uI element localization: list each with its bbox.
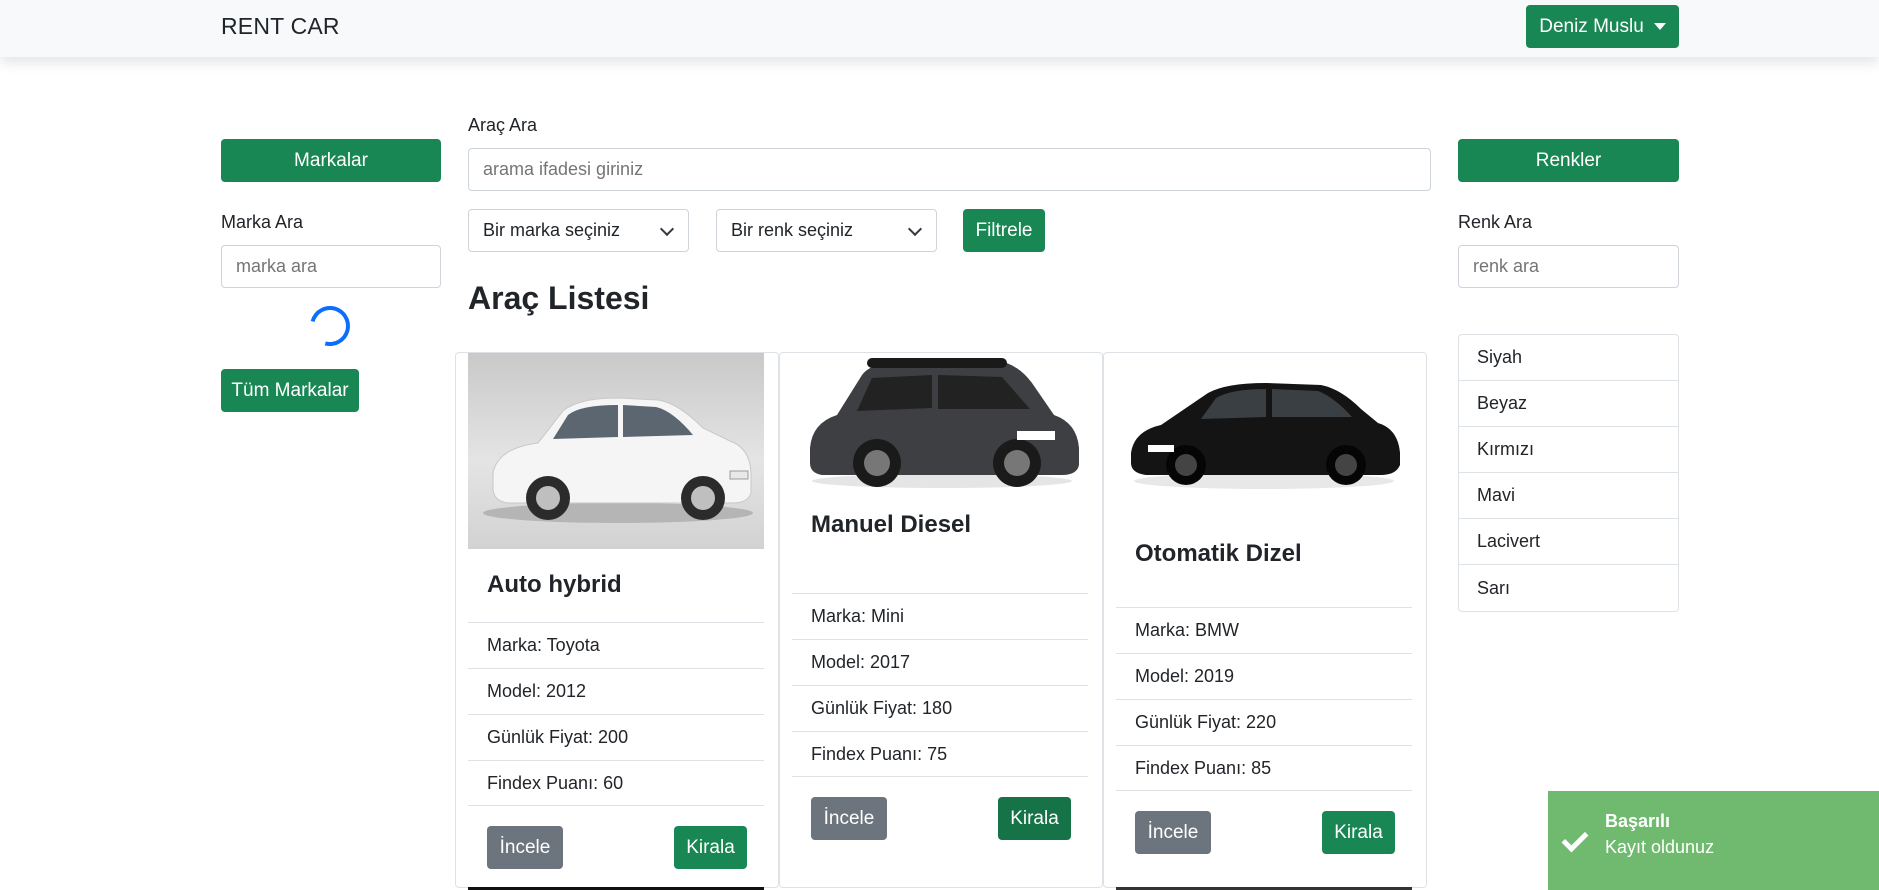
car-findex: Findex Puanı: 85 bbox=[1116, 745, 1412, 791]
inspect-button[interactable]: İncele bbox=[1135, 811, 1211, 854]
color-item-mavi[interactable]: Mavi bbox=[1459, 473, 1678, 519]
brand-search-label: Marka Ara bbox=[221, 212, 304, 232]
color-item-lacivert[interactable]: Lacivert bbox=[1459, 519, 1678, 565]
dark-mini-image bbox=[792, 353, 1088, 493]
page-title: Araç Listesi bbox=[468, 280, 650, 316]
color-list: Siyah Beyaz Kırmızı Mavi Lacivert Sarı bbox=[1458, 334, 1679, 612]
car-search-label: Araç Ara bbox=[468, 115, 538, 135]
inspect-button[interactable]: İncele bbox=[811, 797, 887, 840]
car-card: Manuel Diesel Marka: Mini Model: 2017 Gü… bbox=[779, 352, 1103, 888]
car-model: Model: 2012 bbox=[468, 668, 764, 714]
car-findex: Findex Puanı: 75 bbox=[792, 731, 1088, 777]
inspect-button[interactable]: İncele bbox=[487, 826, 563, 869]
caret-down-icon bbox=[1653, 23, 1666, 30]
car-search-input[interactable] bbox=[468, 148, 1431, 191]
toast-title: Başarılı bbox=[1605, 811, 1671, 831]
navbar: RENT CAR Deniz Muslu bbox=[0, 0, 1879, 57]
car-price: Günlük Fiyat: 180 bbox=[792, 685, 1088, 731]
car-details: Marka: Mini Model: 2017 Günlük Fiyat: 18… bbox=[792, 593, 1088, 777]
car-brand: Marka: BMW bbox=[1116, 607, 1412, 653]
brands-button[interactable]: Markalar bbox=[221, 139, 441, 182]
car-card: Otomatik Dizel Marka: BMW Model: 2019 Gü… bbox=[1103, 352, 1427, 888]
rent-button[interactable]: Kirala bbox=[674, 826, 747, 869]
brand-select-value: Bir marka seçiniz bbox=[483, 220, 621, 240]
success-toast[interactable]: Başarılı Kayıt oldunuz bbox=[1548, 791, 1879, 890]
color-search-label: Renk Ara bbox=[1458, 212, 1533, 232]
car-title: Manuel Diesel bbox=[811, 511, 972, 538]
car-price: Günlük Fiyat: 220 bbox=[1116, 699, 1412, 745]
car-brand: Marka: Toyota bbox=[468, 622, 764, 668]
car-title: Auto hybrid bbox=[487, 571, 622, 598]
car-title: Otomatik Dizel bbox=[1135, 540, 1302, 567]
car-findex: Findex Puanı: 60 bbox=[468, 760, 764, 806]
color-select-value: Bir renk seçiniz bbox=[731, 220, 854, 240]
color-item-kirmizi[interactable]: Kırmızı bbox=[1459, 427, 1678, 473]
color-item-siyah[interactable]: Siyah bbox=[1459, 335, 1678, 381]
car-model: Model: 2019 bbox=[1116, 653, 1412, 699]
car-details: Marka: Toyota Model: 2012 Günlük Fiyat: … bbox=[468, 622, 764, 806]
color-item-beyaz[interactable]: Beyaz bbox=[1459, 381, 1678, 427]
chevron-down-icon bbox=[659, 221, 675, 237]
rent-button[interactable]: Kirala bbox=[998, 797, 1071, 840]
car-details: Marka: BMW Model: 2019 Günlük Fiyat: 220… bbox=[1116, 607, 1412, 791]
loading-spinner bbox=[302, 298, 358, 354]
user-menu-button[interactable]: Deniz Muslu bbox=[1526, 5, 1679, 48]
chevron-down-icon bbox=[907, 221, 923, 237]
all-brands-button[interactable]: Tüm Markalar bbox=[221, 369, 359, 412]
car-brand: Marka: Mini bbox=[792, 593, 1088, 639]
brand-search-input[interactable] bbox=[221, 245, 441, 288]
checkmark-icon bbox=[1561, 825, 1589, 853]
toast-message: Kayıt oldunuz bbox=[1605, 837, 1715, 857]
car-price: Günlük Fiyat: 200 bbox=[468, 714, 764, 760]
brand-logo[interactable]: RENT CAR bbox=[221, 13, 340, 40]
car-model: Model: 2017 bbox=[792, 639, 1088, 685]
white-sedan-image bbox=[468, 353, 764, 549]
color-select[interactable]: Bir renk seçiniz bbox=[716, 209, 937, 252]
color-item-sari[interactable]: Sarı bbox=[1459, 565, 1678, 611]
car-card: Auto hybrid Marka: Toyota Model: 2012 Gü… bbox=[455, 352, 779, 888]
filter-button[interactable]: Filtrele bbox=[963, 209, 1045, 252]
colors-button[interactable]: Renkler bbox=[1458, 139, 1679, 182]
color-search-input[interactable] bbox=[1458, 245, 1679, 288]
black-bmw-image bbox=[1116, 353, 1412, 521]
rent-button[interactable]: Kirala bbox=[1322, 811, 1395, 854]
user-menu-label: Deniz Muslu bbox=[1539, 15, 1644, 37]
brand-select[interactable]: Bir marka seçiniz bbox=[468, 209, 689, 252]
